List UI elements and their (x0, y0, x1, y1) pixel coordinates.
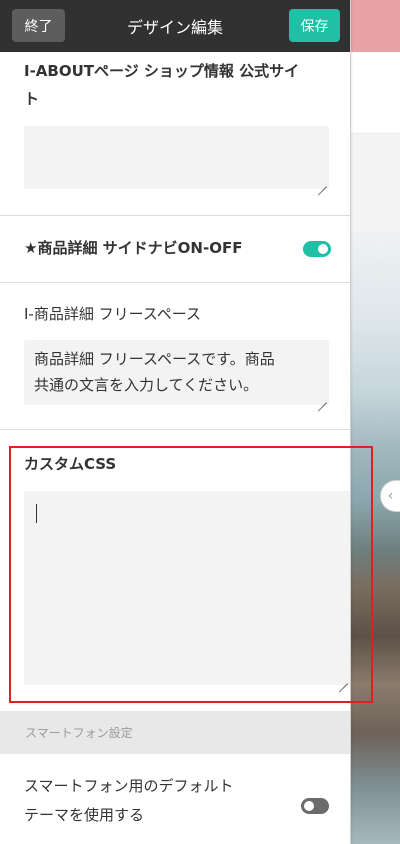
toggle-knob (304, 801, 314, 811)
divider (0, 215, 350, 216)
side-nav-label: ★商品詳細 サイドナビON-OFF (24, 239, 243, 257)
free-space-label: I-商品詳細 フリースペース (24, 305, 202, 323)
panel-topbar: 終了 デザイン編集 保存 (0, 0, 350, 52)
side-nav-toggle[interactable] (303, 241, 331, 257)
custom-css-label: カスタムCSS (24, 455, 117, 473)
preview-header-bar (351, 0, 400, 52)
divider (0, 282, 350, 283)
preview-content-band (351, 52, 400, 134)
free-space-text-line1: 商品詳細 フリースペースです。商品 (34, 350, 275, 368)
free-space-textarea[interactable]: 商品詳細 フリースペースです。商品 共通の文言を入力してください。 (24, 340, 329, 405)
custom-css-textarea[interactable] (24, 491, 350, 685)
free-space-text-line2: 共通の文言を入力してください。 (34, 376, 259, 394)
default-theme-label-line1: スマートフォン用のデフォルト (24, 777, 234, 795)
site-preview (350, 0, 400, 844)
about-page-label-line2: ト (24, 90, 40, 108)
text-caret (36, 504, 37, 523)
about-page-textarea[interactable] (24, 126, 329, 189)
about-page-label-line1: I-ABOUTページ ショップ情報 公式サイ (24, 62, 300, 80)
divider (0, 429, 350, 430)
exit-button[interactable]: 終了 (12, 9, 65, 42)
default-theme-label-line2: テーマを使用する (24, 806, 145, 824)
toggle-knob (318, 244, 328, 254)
default-theme-toggle[interactable] (301, 798, 329, 814)
smartphone-settings-header: スマートフォン設定 (0, 711, 350, 754)
design-edit-panel: 終了 デザイン編集 保存 I-ABOUTページ ショップ情報 公式サイ ト ★商… (0, 0, 350, 844)
preview-hero-image (351, 232, 400, 844)
preview-grey-band (351, 134, 400, 232)
save-button[interactable]: 保存 (289, 9, 340, 42)
